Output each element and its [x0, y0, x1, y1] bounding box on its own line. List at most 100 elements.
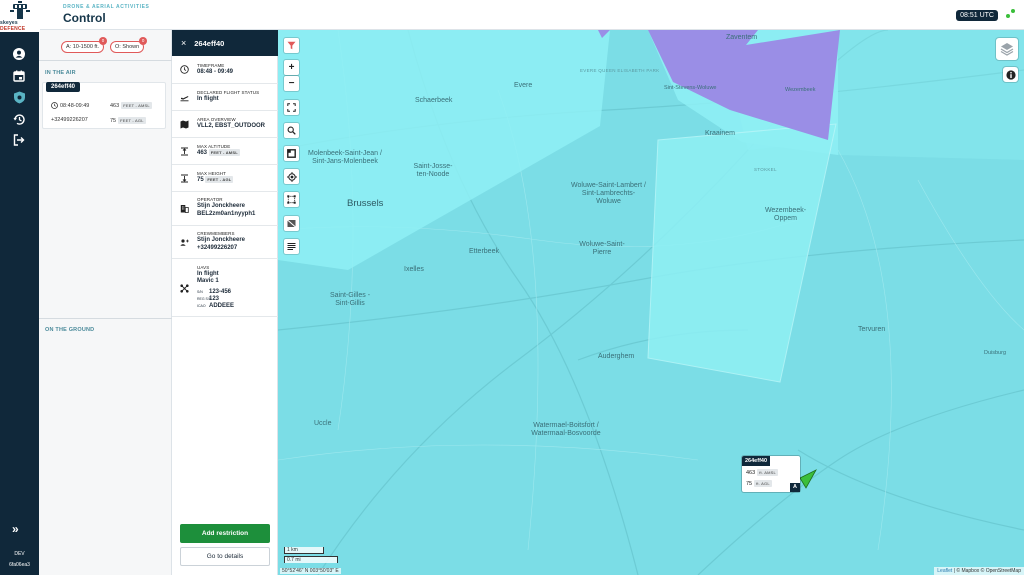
- app-subtitle: DRONE & AERIAL ACTIVITIES: [63, 4, 150, 10]
- map-label: Auderghem: [598, 353, 635, 360]
- draw-area-icon[interactable]: [284, 146, 299, 161]
- detail-value: In flight: [197, 96, 219, 102]
- popup-altitude: 463: [746, 469, 756, 476]
- detail-label: DECLARED FLIGHT STATUS: [197, 90, 260, 95]
- uav-icao: ADDEEE: [209, 303, 235, 309]
- detail-row-area-overview: AREA OVERVIEW VLL2, EBST_OUTDOOR: [172, 111, 278, 138]
- detail-value: 463: [197, 150, 208, 156]
- map-label: Wezembeek: [785, 87, 816, 93]
- top-header: skeyes DEFENCE DRONE & AERIAL ACTIVITIES…: [0, 0, 1024, 32]
- detail-row-crewmembers: CREWMEMBERS Stijn Jonckheere +3249922620…: [172, 226, 278, 259]
- map-label: Evere Queen Elisabeth Park: [580, 68, 660, 73]
- zoom-in-button[interactable]: +: [284, 60, 299, 75]
- flight-altitude: 463: [110, 102, 120, 109]
- go-to-details-button[interactable]: Go to details: [180, 547, 270, 566]
- sn-label: S/N: [197, 290, 203, 294]
- popup-flight-id: 264eff40: [742, 456, 771, 466]
- shown-filter-chip[interactable]: O: Shown 0: [110, 37, 148, 53]
- detail-value: 08:48 - 09:49: [197, 69, 234, 75]
- select-area-icon[interactable]: [284, 192, 299, 207]
- detail-header: × 264eff40: [172, 30, 278, 56]
- search-icon[interactable]: [284, 123, 299, 138]
- uav-model: Mavic 1: [197, 278, 219, 284]
- logout-icon[interactable]: [12, 133, 26, 147]
- brand-sub: DEFENCE: [0, 25, 26, 32]
- altitude-filter-chip[interactable]: A: 10-1500 ft. 0: [61, 37, 108, 53]
- detail-row-operator: OPERATOR Stijn Jonckheere BEL2zm0an1nyyp…: [172, 192, 278, 226]
- map-label: Zaventem: [726, 34, 758, 41]
- map-canvas: [278, 30, 1024, 575]
- divider: [39, 60, 172, 61]
- drone-shield-icon[interactable]: [12, 90, 26, 104]
- detail-value: VLL2, EBST_OUTDOOR: [197, 123, 266, 129]
- drone-popup[interactable]: 264eff40 463 ft. AMSL 75 ft. AGL A: [742, 456, 800, 492]
- flight-card[interactable]: 264eff40 08:48-09:49 463 FEET - AMSL +32…: [42, 82, 166, 129]
- info-icon[interactable]: [1003, 67, 1018, 82]
- shown-filter-label: O: Shown: [115, 44, 140, 50]
- map-label: Uccle: [314, 420, 332, 427]
- detail-row-max-height: MAX HEIGHT 75 FEET - AGL: [172, 165, 278, 192]
- detail-label: OPERATOR: [197, 197, 223, 202]
- detail-label: TIMEFRAME: [197, 63, 225, 68]
- expand-rail-icon[interactable]: »: [12, 522, 19, 536]
- close-icon[interactable]: ×: [181, 38, 186, 48]
- map-label: Schaerbeek: [415, 97, 453, 104]
- detail-label: UAVS: [197, 265, 210, 270]
- on-the-ground-heading: ON THE GROUND: [45, 327, 95, 333]
- detail-label: AREA OVERVIEW: [197, 117, 236, 122]
- detail-value: In flight: [197, 271, 219, 277]
- map-label: Sint-Stevens-Woluwe: [664, 85, 717, 91]
- map-icon: [180, 120, 189, 129]
- uav-registration: 123: [209, 296, 220, 302]
- layers-icon[interactable]: [996, 38, 1018, 60]
- connection-status-icon: [1006, 9, 1016, 19]
- leaflet-link[interactable]: Leaflet: [937, 568, 952, 574]
- detail-value: 75: [197, 177, 204, 183]
- map-label: Kraainem: [705, 130, 735, 137]
- flight-id-tag: 264eff40: [46, 82, 81, 92]
- map-attribution: Leaflet | © Mapbox © OpenStreetMap: [934, 567, 1024, 575]
- calendar-icon[interactable]: [12, 69, 26, 83]
- map-label: Brussels: [347, 198, 384, 209]
- detail-row-max-altitude: MAX ALTITUDE 463 FEET - AMSL: [172, 138, 278, 165]
- list-icon[interactable]: [284, 239, 299, 254]
- account-icon[interactable]: [12, 47, 26, 61]
- nav-rail: » DEV 6fa06ea3: [0, 30, 39, 575]
- zoom-out-button[interactable]: −: [284, 76, 299, 91]
- fullscreen-icon[interactable]: [284, 100, 299, 115]
- height-unit: FEET - AGL: [118, 117, 146, 124]
- map-label: Stokkel: [754, 167, 777, 172]
- popup-height: 75: [746, 480, 753, 487]
- flight-phone: +32499226207: [51, 117, 88, 123]
- detail-value: Stijn Jonckheere: [197, 237, 246, 243]
- filter-icon[interactable]: [284, 38, 299, 53]
- map-label: Etterbeek: [469, 248, 499, 255]
- attribution-text: | © Mapbox © OpenStreetMap: [952, 568, 1021, 574]
- map-view[interactable]: Zaventem Evere Schaerbeek Evere Queen El…: [278, 30, 1024, 575]
- add-restriction-button[interactable]: Add restriction: [180, 524, 270, 543]
- clock-icon: [51, 102, 58, 109]
- tower-icon: [10, 0, 30, 19]
- flight-detail-panel: × 264eff40 TIMEFRAME 08:48 - 09:49 DECLA…: [172, 30, 278, 575]
- cursor-coordinates: 50°52'46" N 003°50'03" E: [280, 568, 341, 574]
- building-icon: [180, 205, 189, 213]
- detail-value: Stijn Jonckheere: [197, 203, 246, 209]
- map-label: Duisburg: [984, 350, 1007, 356]
- reg-label: REG S/N: [197, 297, 212, 301]
- hide-layer-icon[interactable]: [284, 216, 299, 231]
- in-the-air-heading: IN THE AIR: [45, 70, 76, 76]
- page-title: Control: [63, 11, 106, 25]
- popup-height-unit: ft. AGL: [754, 480, 772, 487]
- divider: [39, 318, 172, 319]
- skeyes-logo: skeyes DEFENCE: [0, 0, 40, 32]
- height-icon: [181, 174, 188, 183]
- map-label: Molenbeek-Saint-Jean / Sint-Jans-Molenbe…: [308, 150, 382, 166]
- people-icon: [180, 239, 189, 246]
- detail-value-secondary: BEL2zm0an1nyyph1: [197, 211, 256, 217]
- altitude-icon: [181, 147, 188, 156]
- altitude-filter-badge: 0: [99, 37, 108, 45]
- altitude-filter-label: A: 10-1500 ft.: [66, 44, 100, 50]
- map-label: Saint-Gilles - Sint-Gillis: [329, 292, 371, 308]
- history-icon[interactable]: [12, 112, 26, 126]
- locate-icon[interactable]: [284, 169, 299, 184]
